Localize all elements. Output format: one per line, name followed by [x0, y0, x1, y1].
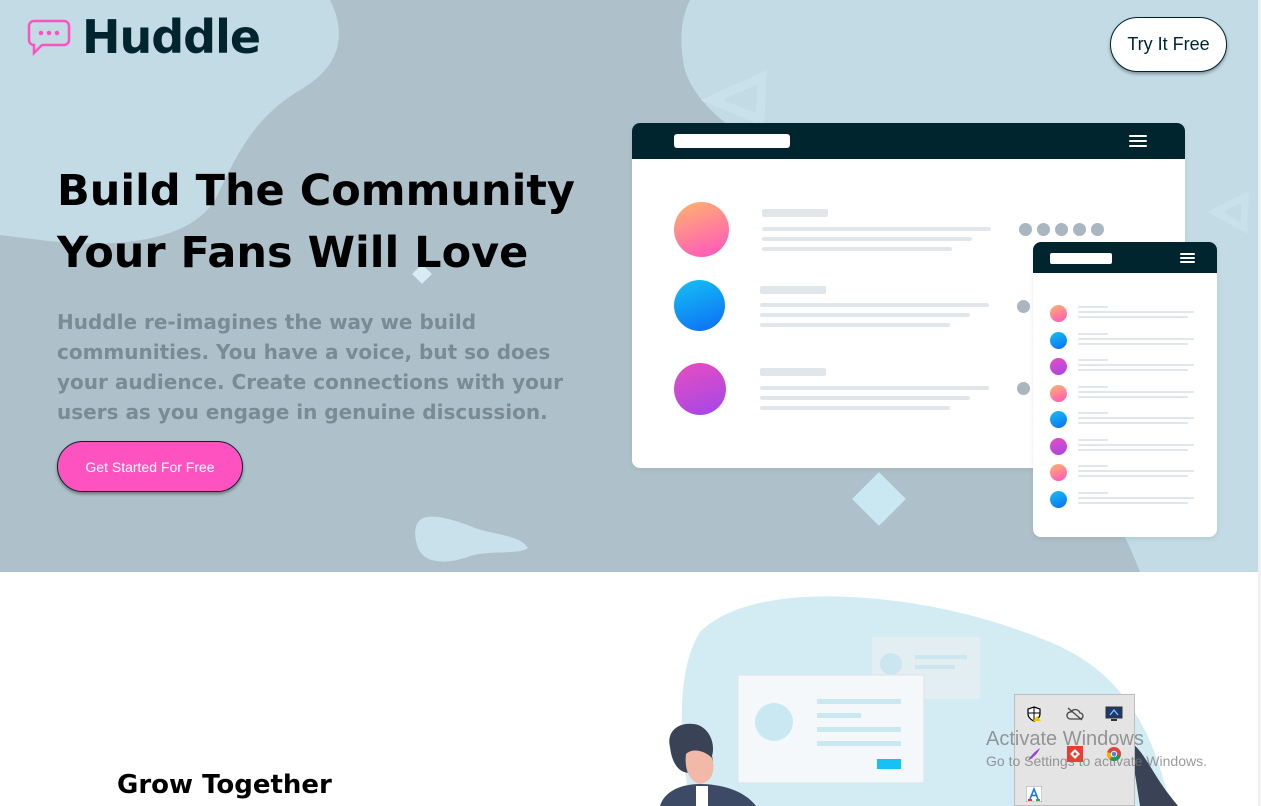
cloud-off-icon[interactable] [1066, 705, 1084, 723]
indicator-dot [1055, 223, 1068, 236]
placeholder-line [760, 386, 989, 390]
avatar [674, 202, 729, 257]
headline-line-1: Build The Community [57, 166, 575, 216]
placeholder-line [760, 323, 950, 327]
monitor-icon[interactable] [1105, 705, 1123, 723]
indicator-dot [1073, 223, 1086, 236]
indicator-dot [1019, 223, 1032, 236]
placeholder-line [762, 227, 991, 231]
placeholder-line [760, 368, 826, 376]
placeholder-line [762, 247, 952, 251]
mobile-mockup-illustration [1033, 242, 1217, 537]
grow-together-section: Grow Together Activate Windows Go to Set… [0, 572, 1261, 806]
indicator-dot [1017, 300, 1030, 313]
watermark-title: Activate Windows [986, 728, 1144, 750]
placeholder-line [762, 237, 972, 241]
avatar [674, 280, 725, 331]
hamburger-menu-icon [1180, 253, 1198, 265]
mobile-list-row [1050, 303, 1200, 323]
placeholder-line [760, 396, 970, 400]
mobile-title-placeholder [1050, 253, 1112, 264]
avatar [674, 363, 726, 415]
hero-section: Huddle Try It Free Build The Community Y… [0, 0, 1261, 572]
mockup-title-placeholder [674, 134, 790, 148]
indicator-dot [1017, 382, 1030, 395]
font-a-icon[interactable] [1025, 785, 1043, 803]
section-title: Grow Together [117, 770, 332, 800]
shield-warning-icon[interactable] [1025, 705, 1043, 723]
hamburger-menu-icon [1129, 135, 1147, 147]
mockup-title-bar [632, 123, 1185, 159]
logo-text: Huddle [82, 10, 261, 64]
placeholder-line [760, 286, 826, 294]
mobile-list-row [1050, 356, 1200, 376]
mobile-list-row [1050, 462, 1200, 482]
headline-line-2: Your Fans Will Love [57, 228, 529, 278]
mobile-list-row [1050, 436, 1200, 456]
mobile-list-row [1050, 489, 1200, 509]
hero-headline: Build The Community Your Fans Will Love [57, 160, 617, 284]
indicator-dot [1037, 223, 1050, 236]
watermark-subtitle: Go to Settings to activate Windows. [986, 753, 1207, 769]
huddle-logo[interactable]: Huddle [26, 10, 261, 64]
try-it-free-button[interactable]: Try It Free [1110, 17, 1227, 72]
indicator-dot [1091, 223, 1104, 236]
placeholder-line [760, 406, 950, 410]
mobile-list-row [1050, 409, 1200, 429]
mobile-title-bar [1033, 242, 1217, 273]
hero-description: Huddle re-imagines the way we build comm… [57, 310, 563, 424]
mobile-list-row [1050, 330, 1200, 350]
chat-bubble-dots-icon [27, 19, 71, 56]
placeholder-line [760, 303, 989, 307]
placeholder-line [760, 313, 970, 317]
windows-activation-watermark: Activate Windows Go to Settings to activ… [986, 727, 1207, 771]
mobile-list-row [1050, 383, 1200, 403]
placeholder-line [762, 209, 828, 217]
get-started-button[interactable]: Get Started For Free [57, 441, 243, 492]
